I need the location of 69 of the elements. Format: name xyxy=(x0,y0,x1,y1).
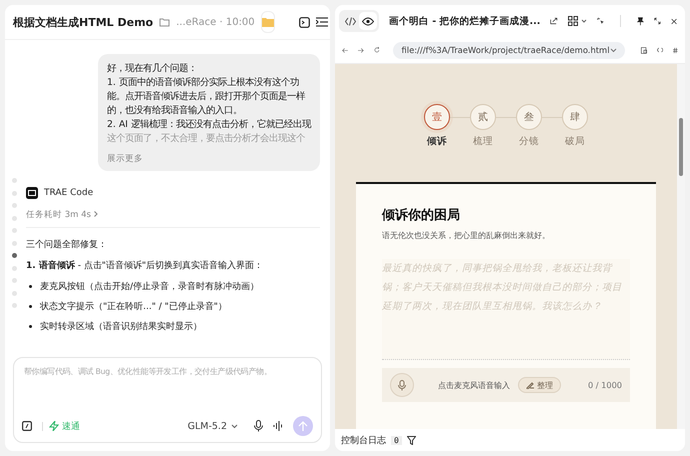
step-label: 梳理 xyxy=(473,135,493,148)
microphone-icon[interactable] xyxy=(254,420,263,432)
pencil-icon xyxy=(526,381,534,389)
chevron-right-icon xyxy=(94,211,98,217)
hash-icon[interactable] xyxy=(673,46,678,54)
step-label: 分镜 xyxy=(519,135,539,148)
card-title: 倾诉你的困局 xyxy=(382,207,461,224)
expand-icon[interactable] xyxy=(654,16,661,26)
folder-icon xyxy=(159,17,170,27)
bullet-text: 麦克风按钮（点击开始/停止录音，录音时有脉冲动画） xyxy=(40,280,260,293)
pointer-select-icon[interactable] xyxy=(596,16,604,26)
preview-title: 画个明白 - 把你的烂摊子画成漫... xyxy=(389,14,540,28)
scrollbar[interactable] xyxy=(677,64,685,429)
console-log-tab[interactable]: 控制台日志 xyxy=(341,434,386,446)
caret-icon xyxy=(610,48,617,52)
eye-icon xyxy=(362,16,374,26)
document-icon[interactable] xyxy=(640,44,647,56)
lightning-icon xyxy=(49,421,59,431)
reload-icon[interactable] xyxy=(374,45,380,55)
share-icon[interactable] xyxy=(550,16,558,26)
character-count: 0 / 1000 xyxy=(588,380,622,390)
reply-text: 1. 语音倾诉 - 点击"语音倾诉"后切换到真实语音输入界面： xyxy=(26,259,264,272)
back-icon[interactable] xyxy=(342,46,348,54)
agent-logo-icon xyxy=(26,187,38,199)
log-count: 0 xyxy=(391,436,402,444)
grid-icon xyxy=(568,16,578,26)
organize-button[interactable]: 整理 xyxy=(518,377,561,393)
bullet-text: 状态文字提示（"正在聆听..." / "已停止录音"） xyxy=(40,300,227,313)
list-icon[interactable] xyxy=(316,17,328,27)
context-icon[interactable] xyxy=(22,421,32,431)
step-circle[interactable]: 贰 xyxy=(470,104,496,130)
terminal-icon[interactable] xyxy=(298,16,310,28)
voice-hint: 点击麦克风语音输入 xyxy=(438,380,510,390)
show-more-link[interactable]: 展示更多 xyxy=(107,153,143,165)
step-label: 倾诉 xyxy=(427,135,447,148)
project-path: ...eRace · 10:00 xyxy=(176,16,255,28)
caret-icon xyxy=(231,424,238,428)
microphone-icon xyxy=(398,380,406,390)
code-icon xyxy=(344,16,356,26)
url-field[interactable]: file:///f%3A/TraeWork/project/traeRace/demo.html xyxy=(393,42,625,58)
chat-title: 根据文档生成HTML Demo xyxy=(13,14,154,30)
filter-icon[interactable] xyxy=(406,436,416,444)
agent-name: TRAE Code xyxy=(44,188,94,198)
message-text: 2. AI 逻辑梳理：我还没有点击分析，它就已经出现 xyxy=(107,118,311,132)
folder-icon xyxy=(262,17,274,27)
close-icon[interactable] xyxy=(670,16,677,26)
message-text: 这个页面了，不太合理，要点击分析才会出现这个 xyxy=(107,132,306,146)
reply-text: 三个问题全部修复： xyxy=(26,238,108,251)
mode-toggle[interactable]: 速通 xyxy=(49,420,80,432)
message-text: 1. 页面中的语音倾诉部分实际上根本没有这个功能。点开语音倾诉进去后，跟打开那个页面是一样的，也没有给我语音输入的入口。 xyxy=(107,76,306,118)
arrow-up-icon xyxy=(298,420,308,432)
preview-tab[interactable] xyxy=(359,12,377,30)
forward-icon[interactable] xyxy=(358,46,364,54)
layout-dropdown[interactable] xyxy=(568,16,587,26)
card-subtitle: 语无伦次也没关系，把心里的乱麻倒出来就好。 xyxy=(382,230,551,241)
microphone-button[interactable] xyxy=(390,373,414,397)
message-text: 好，现在有几个问题： xyxy=(107,62,198,76)
step-circle[interactable]: 叁 xyxy=(516,104,542,130)
bullet-text: 实时转录区域（语音识别结果实时显示） xyxy=(40,320,202,333)
caret-icon xyxy=(580,19,587,23)
step-circle[interactable]: 壹 xyxy=(424,104,450,130)
code-icon[interactable] xyxy=(656,46,664,54)
pin-icon[interactable] xyxy=(637,16,644,26)
step-label: 破局 xyxy=(565,135,585,148)
step-circle[interactable]: 肆 xyxy=(562,104,588,130)
task-duration-link[interactable]: 任务耗时 3m 4s xyxy=(26,209,320,221)
voice-wave-icon[interactable] xyxy=(273,421,283,431)
model-dropdown[interactable]: GLM-5.2 xyxy=(188,420,238,432)
story-input[interactable]: 最近真的快疯了，同事把锅全甩给我，老板还让我背锅；客户天天催稿但我根本没时间做自己的部分；项目延期了两次，现在团队里互相甩锅。我该怎么办？ xyxy=(382,259,630,360)
